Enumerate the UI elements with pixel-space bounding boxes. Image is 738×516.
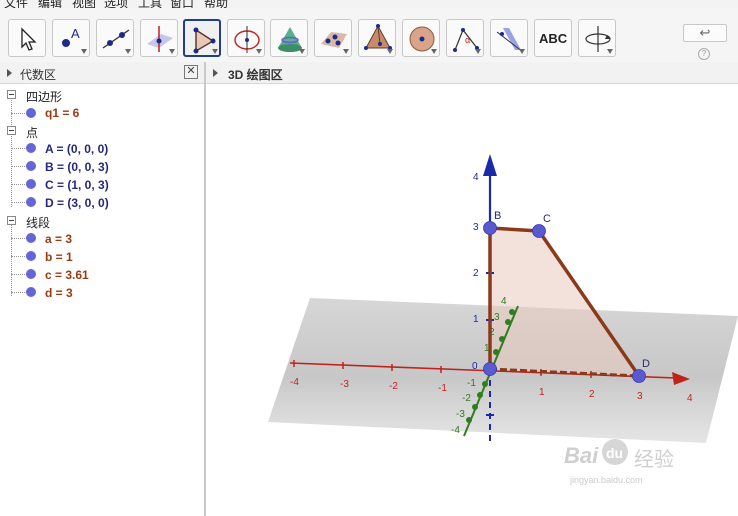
x-tick-3: 3 [637, 391, 643, 402]
arrow-cursor-icon [21, 27, 37, 51]
y-tick-neg2: -2 [462, 393, 471, 404]
x-tick-neg4: -4 [290, 377, 299, 388]
visibility-toggle[interactable] [26, 269, 36, 279]
group-label-quadrilateral: 四边形 [26, 90, 63, 104]
label-point-b: B [494, 210, 501, 222]
close-algebra-button[interactable]: ✕ [184, 65, 198, 79]
undo-button[interactable]: ↩ [683, 24, 727, 42]
group-toggle[interactable] [7, 216, 16, 225]
svg-text:α: α [465, 35, 470, 45]
move-tool[interactable] [8, 19, 46, 57]
group-label-segments: 线段 [26, 216, 51, 230]
menu-edit[interactable]: 编辑 [38, 0, 62, 8]
visibility-toggle[interactable] [26, 143, 36, 153]
z-tick-4: 4 [473, 172, 479, 183]
y-tick-neg4: -4 [451, 425, 460, 436]
visibility-toggle[interactable] [26, 108, 36, 118]
z-tick-3: 3 [473, 222, 479, 233]
help-icon[interactable]: ? [698, 48, 710, 60]
algebra-view: 四边形 q1 = 6 点 A = (0, 0, 0) B = (0, 0, 3)… [0, 84, 204, 516]
x-tick-4: 4 [687, 393, 693, 404]
point-c[interactable] [532, 224, 546, 238]
item-point-c: C = (1, 0, 3) [45, 178, 109, 192]
collapse-arrow-icon[interactable] [213, 69, 218, 77]
intersect-surfaces-tool[interactable] [270, 19, 308, 57]
z-tick-2: 2 [473, 268, 479, 279]
x-tick-neg2: -2 [389, 381, 398, 392]
z-tick-1: 1 [473, 314, 479, 325]
quadrilateral-q1[interactable] [490, 228, 639, 376]
sphere-tool[interactable] [402, 19, 440, 57]
point-b[interactable] [483, 221, 497, 235]
x-tick-neg3: -3 [340, 379, 349, 390]
pyramid-tool[interactable] [358, 19, 396, 57]
visibility-toggle[interactable] [26, 179, 36, 189]
perpendicular-line-tool[interactable] [140, 19, 178, 57]
y-tick-neg3: -3 [456, 409, 465, 420]
watermark-brand: Bai [564, 443, 599, 468]
point-tool[interactable]: A [52, 19, 90, 57]
visibility-toggle[interactable] [26, 233, 36, 243]
collapse-arrow-icon[interactable] [7, 69, 12, 77]
text-abc-icon: ABC [539, 31, 568, 46]
group-toggle[interactable] [7, 90, 16, 99]
visibility-toggle[interactable] [26, 287, 36, 297]
menu-view[interactable]: 视图 [72, 0, 96, 8]
x-tick-1: 1 [539, 387, 545, 398]
x-tick-neg1: -1 [438, 383, 447, 394]
label-point-c: C [543, 213, 551, 225]
watermark-cn: 经验 [634, 449, 674, 471]
watermark-brand2: du [606, 445, 624, 461]
watermark-url: jingyan.baidu.com [570, 475, 643, 485]
group-label-points: 点 [26, 126, 39, 140]
point-a[interactable] [483, 362, 497, 376]
svg-text:A: A [71, 26, 80, 41]
toolbar: A α ABC ↩ ? [0, 8, 738, 63]
visibility-toggle[interactable] [26, 161, 36, 171]
y-tick-3: 3 [494, 312, 500, 323]
visibility-toggle[interactable] [26, 251, 36, 261]
menu-bar: 文件 编辑 视图 选项 工具 窗口 帮助 [0, 0, 738, 8]
algebra-panel-header: 代数区 ✕ [0, 62, 204, 84]
menu-tools[interactable]: 工具 [138, 0, 162, 8]
item-point-b: B = (0, 0, 3) [45, 160, 109, 174]
item-segment-a: a = 3 [45, 232, 73, 246]
group-toggle[interactable] [7, 126, 16, 135]
item-point-d: D = (3, 0, 0) [45, 196, 109, 210]
item-segment-d: d = 3 [45, 286, 73, 300]
circle-tool[interactable] [227, 19, 265, 57]
z-axis-arrow-icon [483, 154, 497, 176]
text-tool[interactable]: ABC [534, 19, 572, 57]
graphics3d-title: 3D 绘图区 [228, 68, 283, 82]
menu-file[interactable]: 文件 [4, 0, 28, 8]
line-tool[interactable] [96, 19, 134, 57]
graphics3d-header: 3D 绘图区 [206, 62, 738, 84]
item-point-a: A = (0, 0, 0) [45, 142, 109, 156]
menu-options[interactable]: 选项 [104, 0, 128, 8]
y-tick-4: 4 [501, 296, 507, 307]
reflect-tool[interactable] [490, 19, 528, 57]
visibility-toggle[interactable] [26, 197, 36, 207]
label-point-d: D [642, 358, 650, 370]
polygon-tool[interactable] [183, 19, 221, 57]
item-segment-c: c = 3.61 [45, 268, 89, 282]
point-d[interactable] [632, 369, 646, 383]
angle-tool[interactable]: α [446, 19, 484, 57]
plane-tool[interactable] [314, 19, 352, 57]
algebra-panel-title: 代数区 [20, 68, 57, 82]
x-tick-2: 2 [589, 389, 595, 400]
y-tick-neg1: -1 [467, 378, 476, 389]
menu-help[interactable]: 帮助 [204, 0, 228, 8]
item-segment-b: b = 1 [45, 250, 73, 264]
watermark: Bai du 经验 jingyan.baidu.com [564, 437, 714, 487]
svg-text:ABC: ABC [539, 31, 568, 46]
origin-label: 0 [472, 361, 478, 372]
rotate-view-tool[interactable] [578, 19, 616, 57]
menu-window[interactable]: 窗口 [170, 0, 194, 8]
item-q1: q1 = 6 [45, 106, 80, 120]
